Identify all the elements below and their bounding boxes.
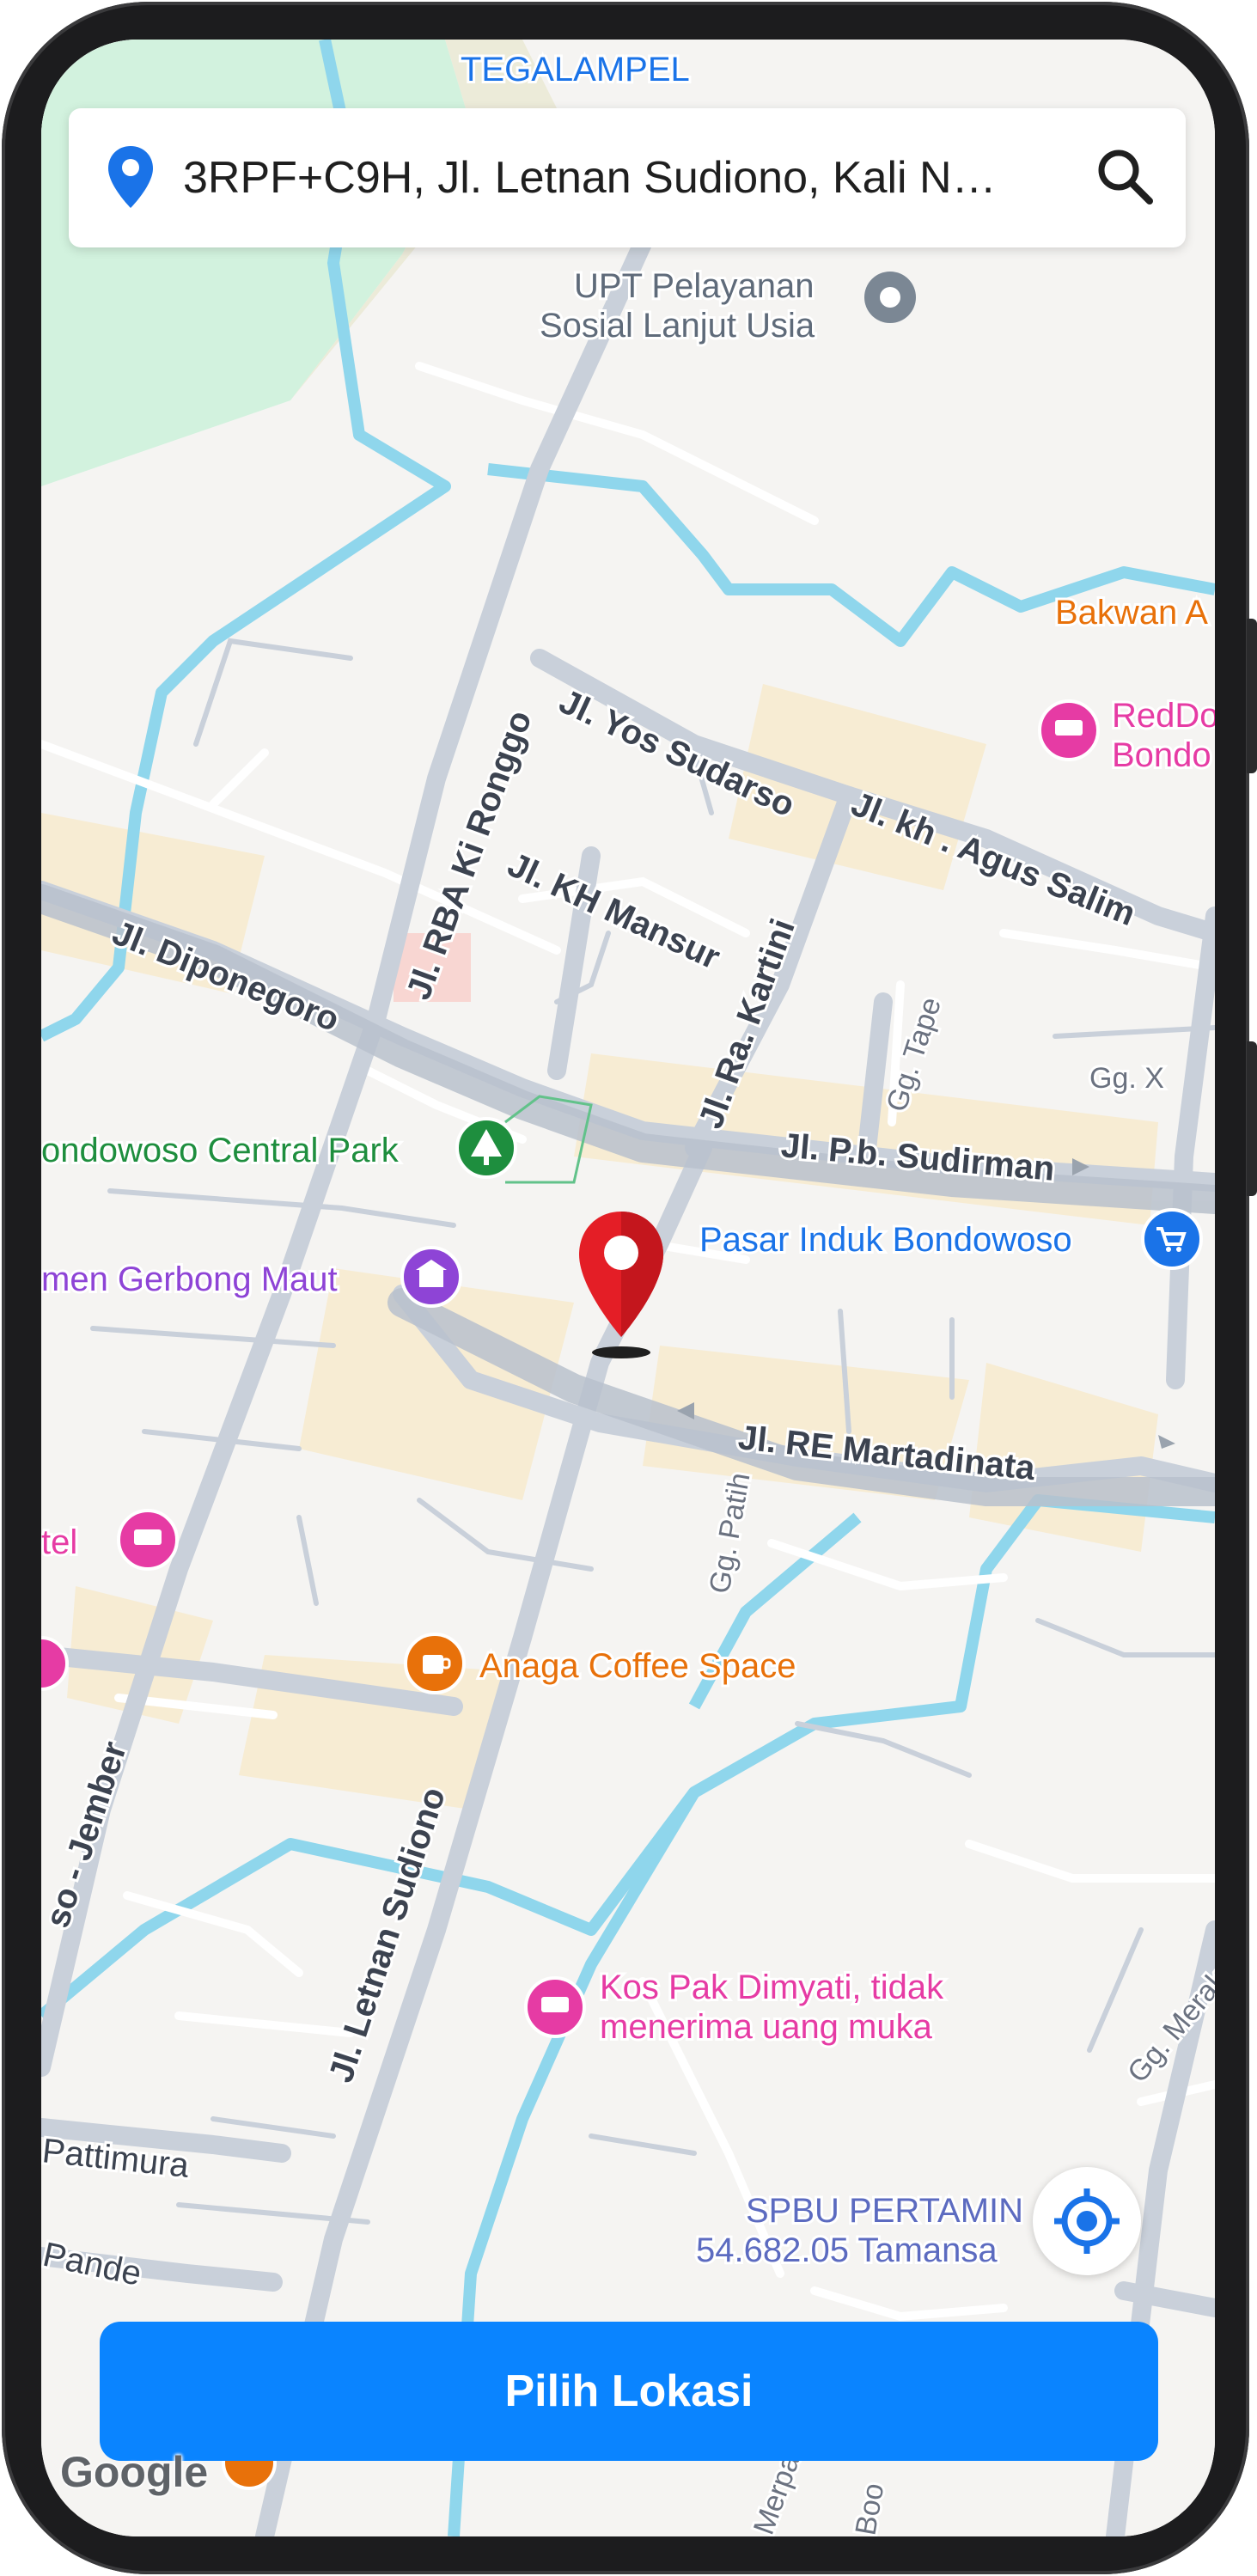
svg-text:Bondo: Bondo bbox=[1112, 736, 1211, 774]
hotel-icon bbox=[541, 1997, 569, 2012]
svg-text:menerima uang muka: menerima uang muka bbox=[600, 2008, 933, 2046]
svg-text:Anaga Coffee Space: Anaga Coffee Space bbox=[479, 1647, 796, 1685]
svg-text:Kos Pak Dimyati, tidak: Kos Pak Dimyati, tidak bbox=[600, 1969, 944, 2006]
svg-text:54.682.05 Tamansa: 54.682.05 Tamansa bbox=[696, 2231, 998, 2269]
road-label: Gg. X bbox=[1089, 1062, 1164, 1095]
svg-text:RedDo: RedDo bbox=[1112, 697, 1215, 735]
screen: Jl. Yos Sudarso Jl. kh . Agus Salim Jl. … bbox=[41, 40, 1215, 2536]
svg-text:tel: tel bbox=[41, 1523, 77, 1561]
hotel-icon bbox=[1055, 720, 1083, 736]
area-label: TEGALAMPEL bbox=[461, 51, 690, 89]
pick-location-button[interactable]: Pilih Lokasi bbox=[100, 2322, 1158, 2461]
phone-device: Jl. Yos Sudarso Jl. kh . Agus Salim Jl. … bbox=[0, 0, 1257, 2576]
power-button bbox=[1247, 1041, 1257, 1196]
museum-icon bbox=[419, 1268, 443, 1287]
svg-text:Pasar Induk Bondowoso: Pasar Induk Bondowoso bbox=[699, 1221, 1072, 1259]
hotel-icon bbox=[134, 1529, 162, 1545]
volume-button bbox=[1247, 619, 1257, 773]
selected-location-pin-icon bbox=[579, 1212, 663, 1358]
location-pin-icon bbox=[108, 146, 153, 208]
my-location-icon bbox=[1054, 2188, 1120, 2254]
google-attribution-logo: Google bbox=[60, 2448, 209, 2496]
svg-text:ondowoso Central Park: ondowoso Central Park bbox=[41, 1132, 400, 1169]
svg-text:men Gerbong Maut: men Gerbong Maut bbox=[41, 1261, 338, 1298]
address-field[interactable]: 3RPF+C9H, Jl. Letnan Sudiono, Kali N… bbox=[183, 108, 1085, 247]
search-icon[interactable] bbox=[1091, 143, 1160, 211]
coffee-icon bbox=[423, 1655, 443, 1674]
svg-text:Sosial Lanjut Usia: Sosial Lanjut Usia bbox=[540, 307, 815, 345]
poi-bakwan[interactable]: Bakwan A bbox=[1053, 591, 1211, 634]
my-location-button[interactable] bbox=[1033, 2167, 1141, 2275]
svg-text:UPT Pelayanan: UPT Pelayanan bbox=[574, 267, 814, 305]
search-bar[interactable]: 3RPF+C9H, Jl. Letnan Sudiono, Kali N… bbox=[69, 108, 1186, 247]
svg-text:SPBU PERTAMIN: SPBU PERTAMIN bbox=[746, 2192, 1023, 2230]
